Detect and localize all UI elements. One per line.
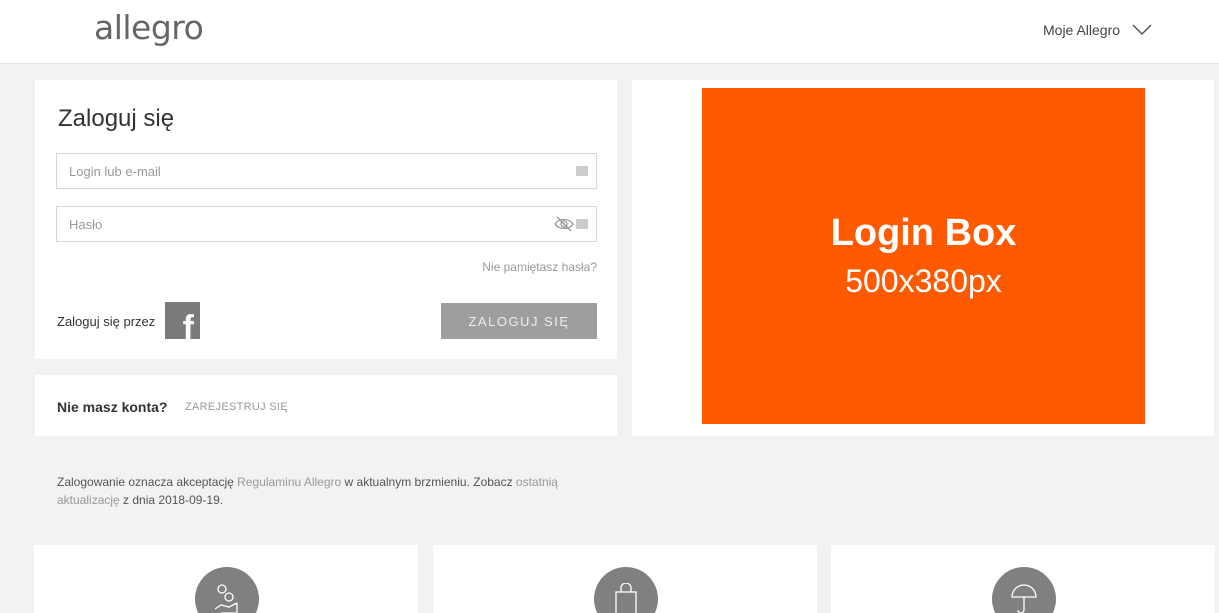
coins-hand-icon — [195, 567, 259, 613]
terms-text-1: Zalogowanie oznacza akceptację — [57, 475, 238, 489]
terms-text-2: w aktualnym brzmieniu. Zobacz — [341, 475, 516, 489]
password-manager-icon — [576, 160, 588, 176]
login-field — [56, 153, 597, 189]
password-field — [56, 206, 597, 242]
register-box: Nie masz konta? ZAREJESTRUJ SIĘ — [35, 375, 617, 436]
password-input[interactable] — [57, 207, 596, 241]
top-bar: allegro Moje Allegro — [0, 0, 1219, 64]
account-menu[interactable]: Moje Allegro — [1043, 22, 1152, 38]
feature-card — [433, 545, 817, 613]
chevron-down-icon — [1132, 24, 1152, 36]
forgot-password-link[interactable]: Nie pamiętasz hasła? — [482, 260, 597, 274]
account-menu-label: Moje Allegro — [1043, 22, 1121, 38]
register-link[interactable]: ZAREJESTRUJ SIĘ — [185, 401, 288, 413]
facebook-login-button[interactable]: f — [165, 302, 200, 339]
login-input[interactable] — [57, 154, 596, 188]
login-via-label: Zaloguj się przez — [57, 314, 156, 329]
facebook-icon: f — [182, 309, 194, 339]
terms-link[interactable]: Regulaminu Allegro — [237, 475, 341, 489]
ad-title: Login Box — [830, 212, 1017, 254]
login-button[interactable]: ZALOGUJ SIĘ — [441, 303, 597, 339]
feature-card — [831, 545, 1215, 613]
umbrella-icon — [992, 567, 1056, 613]
no-account-text: Nie masz konta? — [57, 399, 168, 415]
shopping-bag-icon — [594, 567, 658, 613]
login-form: Zaloguj się Nie pamiętasz hasła? Zaloguj… — [35, 80, 617, 359]
password-manager-icon — [576, 213, 588, 229]
ad-placeholder[interactable]: Login Box 500x380px — [702, 88, 1145, 424]
terms-notice: Zalogowanie oznacza akceptację Regulamin… — [57, 473, 617, 509]
ad-banner: Login Box 500x380px — [632, 80, 1214, 436]
ad-subtitle: 500x380px — [845, 263, 1002, 299]
hide-password-icon[interactable] — [554, 215, 574, 233]
allegro-logo[interactable]: allegro — [94, 8, 204, 47]
feature-card — [34, 545, 418, 613]
login-title: Zaloguj się — [58, 105, 175, 132]
terms-text-3: z dnia 2018-09-19. — [119, 493, 224, 507]
